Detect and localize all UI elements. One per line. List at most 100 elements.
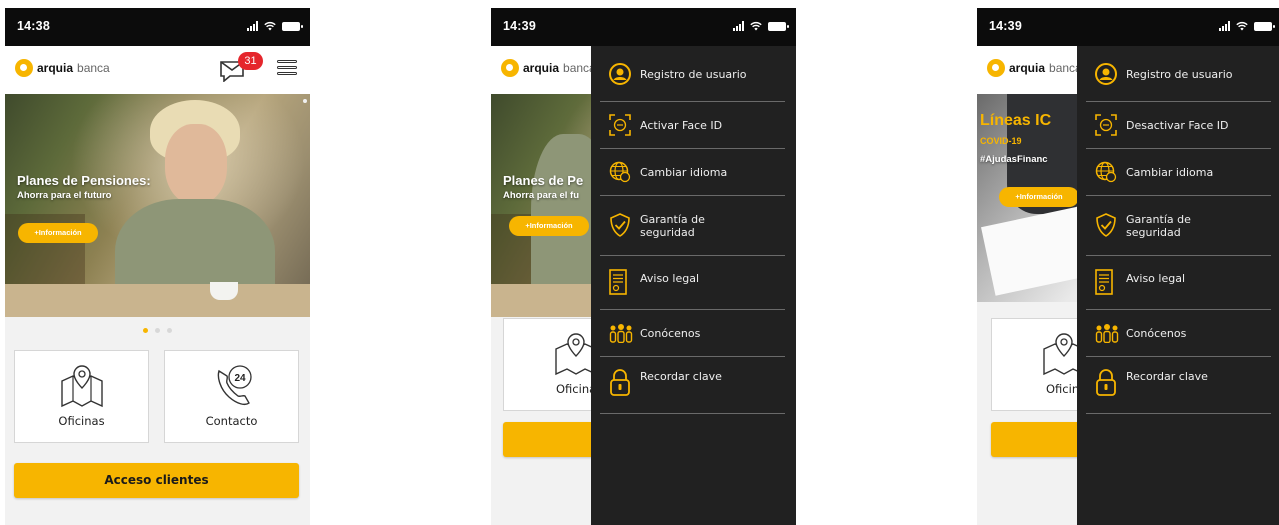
- svg-text:24: 24: [234, 373, 246, 384]
- banner-subtitle: #AjudasFinanc: [980, 154, 1048, 165]
- status-time: 14:39: [989, 19, 1022, 33]
- menu-item-recordar-clave[interactable]: Recordar clave: [1086, 357, 1271, 414]
- menu-item-aviso-legal[interactable]: Aviso legal: [1086, 256, 1271, 310]
- menu-item-registro[interactable]: Registro de usuario: [1086, 46, 1271, 102]
- signal-icon: [247, 21, 258, 31]
- banner-title: Planes de Pe: [503, 173, 584, 188]
- lock-icon: [1096, 369, 1116, 396]
- document-icon: [609, 269, 627, 295]
- menu-item-label: Garantía de seguridad: [1126, 213, 1191, 239]
- banner-title: Líneas IC: [980, 112, 1052, 129]
- menu-item-label: Aviso legal: [1126, 272, 1186, 285]
- unread-badge: 31: [238, 52, 263, 70]
- acceso-clientes-button[interactable]: Acceso clientes: [14, 463, 299, 498]
- logo-mark-icon: [987, 59, 1005, 77]
- wifi-icon: [1236, 21, 1248, 31]
- menu-item-label: Cambiar idioma: [640, 166, 728, 179]
- signal-icon: [1219, 21, 1230, 31]
- side-drawer: Registro de usuario Activar Face ID Camb…: [591, 46, 796, 525]
- menu-item-label: Garantía de seguridad: [640, 213, 705, 239]
- globe-icon: [609, 161, 631, 183]
- status-bar: 14:39: [491, 8, 796, 46]
- brand-logo[interactable]: arquia banca: [501, 59, 596, 77]
- battery-icon: [282, 21, 303, 31]
- menu-item-recordar-clave[interactable]: Recordar clave: [600, 357, 785, 414]
- banner-info-button[interactable]: +Información: [509, 216, 589, 236]
- tile-label: Contacto: [205, 414, 258, 428]
- menu-item-conocenos[interactable]: Conócenos: [600, 310, 785, 357]
- menu-item-label: Activar Face ID: [640, 119, 723, 132]
- carousel-dot[interactable]: [167, 328, 172, 333]
- lock-icon: [610, 369, 630, 396]
- brand-suffix: banca: [77, 61, 110, 75]
- menu-item-face-id[interactable]: Desactivar Face ID: [1086, 102, 1271, 149]
- phone-home: 14:38 arquia banca 31 Planes de Pensione…: [5, 8, 310, 525]
- banner-title: Planes de Pensiones:: [17, 173, 151, 188]
- banner-info-button[interactable]: +Información: [999, 187, 1079, 207]
- banner-subtitle: Ahorra para el fu: [503, 190, 580, 201]
- menu-item-label: Cambiar idioma: [1126, 166, 1214, 179]
- brand-name: arquia: [1009, 61, 1046, 75]
- globe-icon: [1095, 161, 1117, 183]
- menu-item-idioma[interactable]: Cambiar idioma: [600, 149, 785, 196]
- app-header: arquia banca 31: [5, 46, 310, 94]
- carousel-indicator[interactable]: [5, 328, 310, 333]
- people-icon: [609, 324, 633, 343]
- status-bar: 14:39: [977, 8, 1279, 46]
- phone-24-icon: 24: [217, 365, 252, 406]
- phone-menu-open: 14:39 arquia banca Planes de Pe Ahorra p…: [491, 8, 796, 525]
- face-id-icon: [609, 114, 631, 136]
- contacto-tile[interactable]: 24 Contacto: [164, 350, 299, 443]
- status-icons: [247, 21, 303, 31]
- menu-item-registro[interactable]: Registro de usuario: [600, 46, 785, 102]
- wifi-icon: [750, 21, 762, 31]
- carousel-dot-active[interactable]: [143, 328, 148, 333]
- menu-item-label: Registro de usuario: [1126, 68, 1233, 81]
- status-time: 14:38: [17, 19, 50, 33]
- menu-item-label: Registro de usuario: [640, 68, 747, 81]
- carousel-dot[interactable]: [155, 328, 160, 333]
- shield-check-icon: [610, 213, 630, 237]
- banner-subtitle: Ahorra para el futuro: [17, 190, 112, 201]
- menu-item-aviso-legal[interactable]: Aviso legal: [600, 256, 785, 310]
- promo-banner[interactable]: Planes de Pensiones: Ahorra para el futu…: [5, 94, 310, 317]
- menu-item-label: Recordar clave: [640, 370, 722, 383]
- wifi-icon: [264, 21, 276, 31]
- banner-info-button[interactable]: +Información: [18, 223, 98, 243]
- banner-line2: COVID-19: [980, 136, 1022, 146]
- document-icon: [1095, 269, 1113, 295]
- menu-item-garantia[interactable]: Garantía de seguridad: [1086, 196, 1271, 256]
- shield-check-icon: [1096, 213, 1116, 237]
- menu-item-garantia[interactable]: Garantía de seguridad: [600, 196, 785, 256]
- status-time: 14:39: [503, 19, 536, 33]
- menu-item-label: Desactivar Face ID: [1126, 119, 1229, 132]
- status-icons: [733, 21, 789, 31]
- menu-item-conocenos[interactable]: Conócenos: [1086, 310, 1271, 357]
- brand-logo[interactable]: arquia banca: [987, 59, 1082, 77]
- oficinas-tile[interactable]: Oficinas: [14, 350, 149, 443]
- brand-logo[interactable]: arquia banca: [15, 59, 110, 77]
- menu-item-label: Conócenos: [1126, 327, 1187, 340]
- user-circle-icon: [609, 63, 631, 85]
- phone-menu-open-covid: 14:39 arquia banca Líneas IC COVID-19 #A…: [977, 8, 1279, 525]
- hamburger-menu-icon[interactable]: [277, 60, 297, 80]
- status-bar: 14:38: [5, 8, 310, 46]
- status-icons: [1219, 21, 1275, 31]
- menu-item-idioma[interactable]: Cambiar idioma: [1086, 149, 1271, 196]
- brand-name: arquia: [37, 61, 74, 75]
- battery-icon: [1254, 21, 1275, 31]
- battery-icon: [768, 21, 789, 31]
- tile-label: Oficinas: [58, 414, 105, 428]
- logo-mark-icon: [15, 59, 33, 77]
- map-pin-icon: [60, 365, 103, 408]
- coffee-cup-image: [210, 282, 238, 300]
- face-id-icon: [1095, 114, 1117, 136]
- screenshot-stage: 14:38 arquia banca 31 Planes de Pensione…: [0, 0, 1279, 525]
- menu-item-label: Recordar clave: [1126, 370, 1208, 383]
- menu-item-face-id[interactable]: Activar Face ID: [600, 102, 785, 149]
- signal-icon: [733, 21, 744, 31]
- menu-item-label: Aviso legal: [640, 272, 700, 285]
- menu-item-label: Conócenos: [640, 327, 701, 340]
- user-circle-icon: [1095, 63, 1117, 85]
- people-icon: [1095, 324, 1119, 343]
